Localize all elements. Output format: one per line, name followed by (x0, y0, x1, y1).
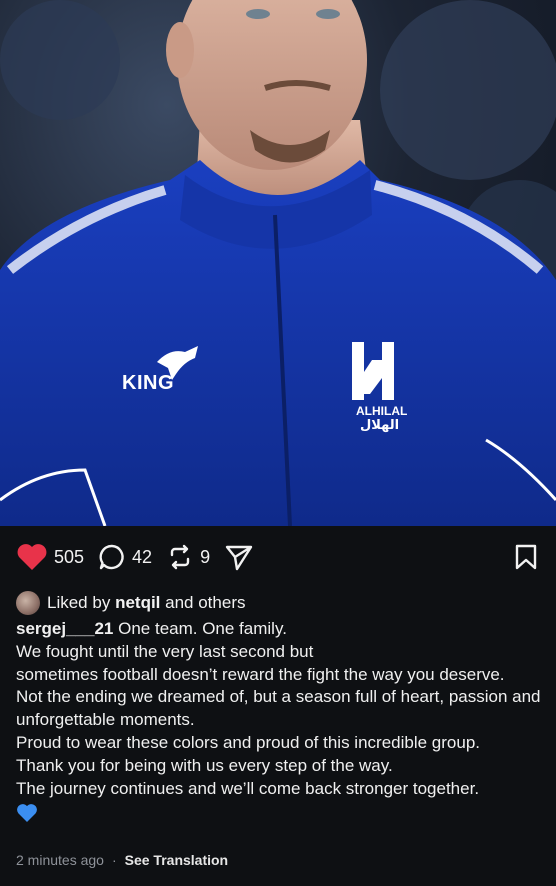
timestamp: 2 minutes ago (16, 852, 104, 868)
repost-icon (170, 544, 190, 570)
comment-button[interactable]: 42 (98, 543, 152, 571)
caption-line: One team. One family. (118, 619, 287, 638)
post-photo[interactable]: KING ALHILAL الهلال (0, 0, 556, 526)
action-bar: 505 42 9 (0, 526, 556, 588)
caption-line: We fought until the very last second but (16, 641, 314, 661)
liked-by-prefix: Liked by (47, 593, 111, 612)
post-caption: sergej___21 One team. One family. We fou… (16, 618, 544, 826)
caption-line: Proud to wear these colors and proud of … (16, 732, 480, 752)
liked-by-suffix: and others (165, 593, 246, 612)
caption-username[interactable]: sergej___21 (16, 619, 113, 638)
like-count: 505 (54, 546, 85, 567)
comment-count: 42 (132, 546, 153, 567)
caption-line: Not the ending we dreamed of, but a seas… (16, 687, 541, 730)
jacket-brand-text: KING (122, 372, 174, 394)
caption-line: sometimes football doesn’t reward the fi… (16, 664, 505, 684)
repost-button[interactable]: 9 (166, 543, 210, 571)
photo-illustration (0, 0, 556, 526)
bookmark-icon (515, 544, 537, 570)
club-name-arabic: الهلال (360, 418, 400, 433)
heart-icon (17, 544, 47, 570)
caption-line: The journey continues and we’ll come bac… (16, 778, 480, 798)
blue-heart-icon (17, 804, 37, 823)
like-button[interactable]: 505 (16, 543, 84, 571)
avatar (16, 591, 40, 615)
separator-dot: · (111, 852, 117, 868)
caption-line: Thank you for being with us every step o… (16, 755, 393, 775)
blue-heart-emoji (16, 800, 544, 826)
liked-by-user[interactable]: netqil (115, 593, 160, 613)
post-footer: 2 minutes ago · See Translation (16, 848, 228, 872)
comment-icon (99, 544, 124, 570)
send-icon (225, 545, 253, 571)
repost-count: 9 (200, 546, 211, 567)
see-translation-link[interactable]: See Translation (125, 852, 228, 868)
share-button[interactable] (224, 543, 254, 571)
liked-by-row[interactable]: Liked by netqil and others (16, 590, 245, 616)
save-button[interactable] (514, 544, 538, 575)
club-name-text: ALHILAL (356, 404, 408, 418)
